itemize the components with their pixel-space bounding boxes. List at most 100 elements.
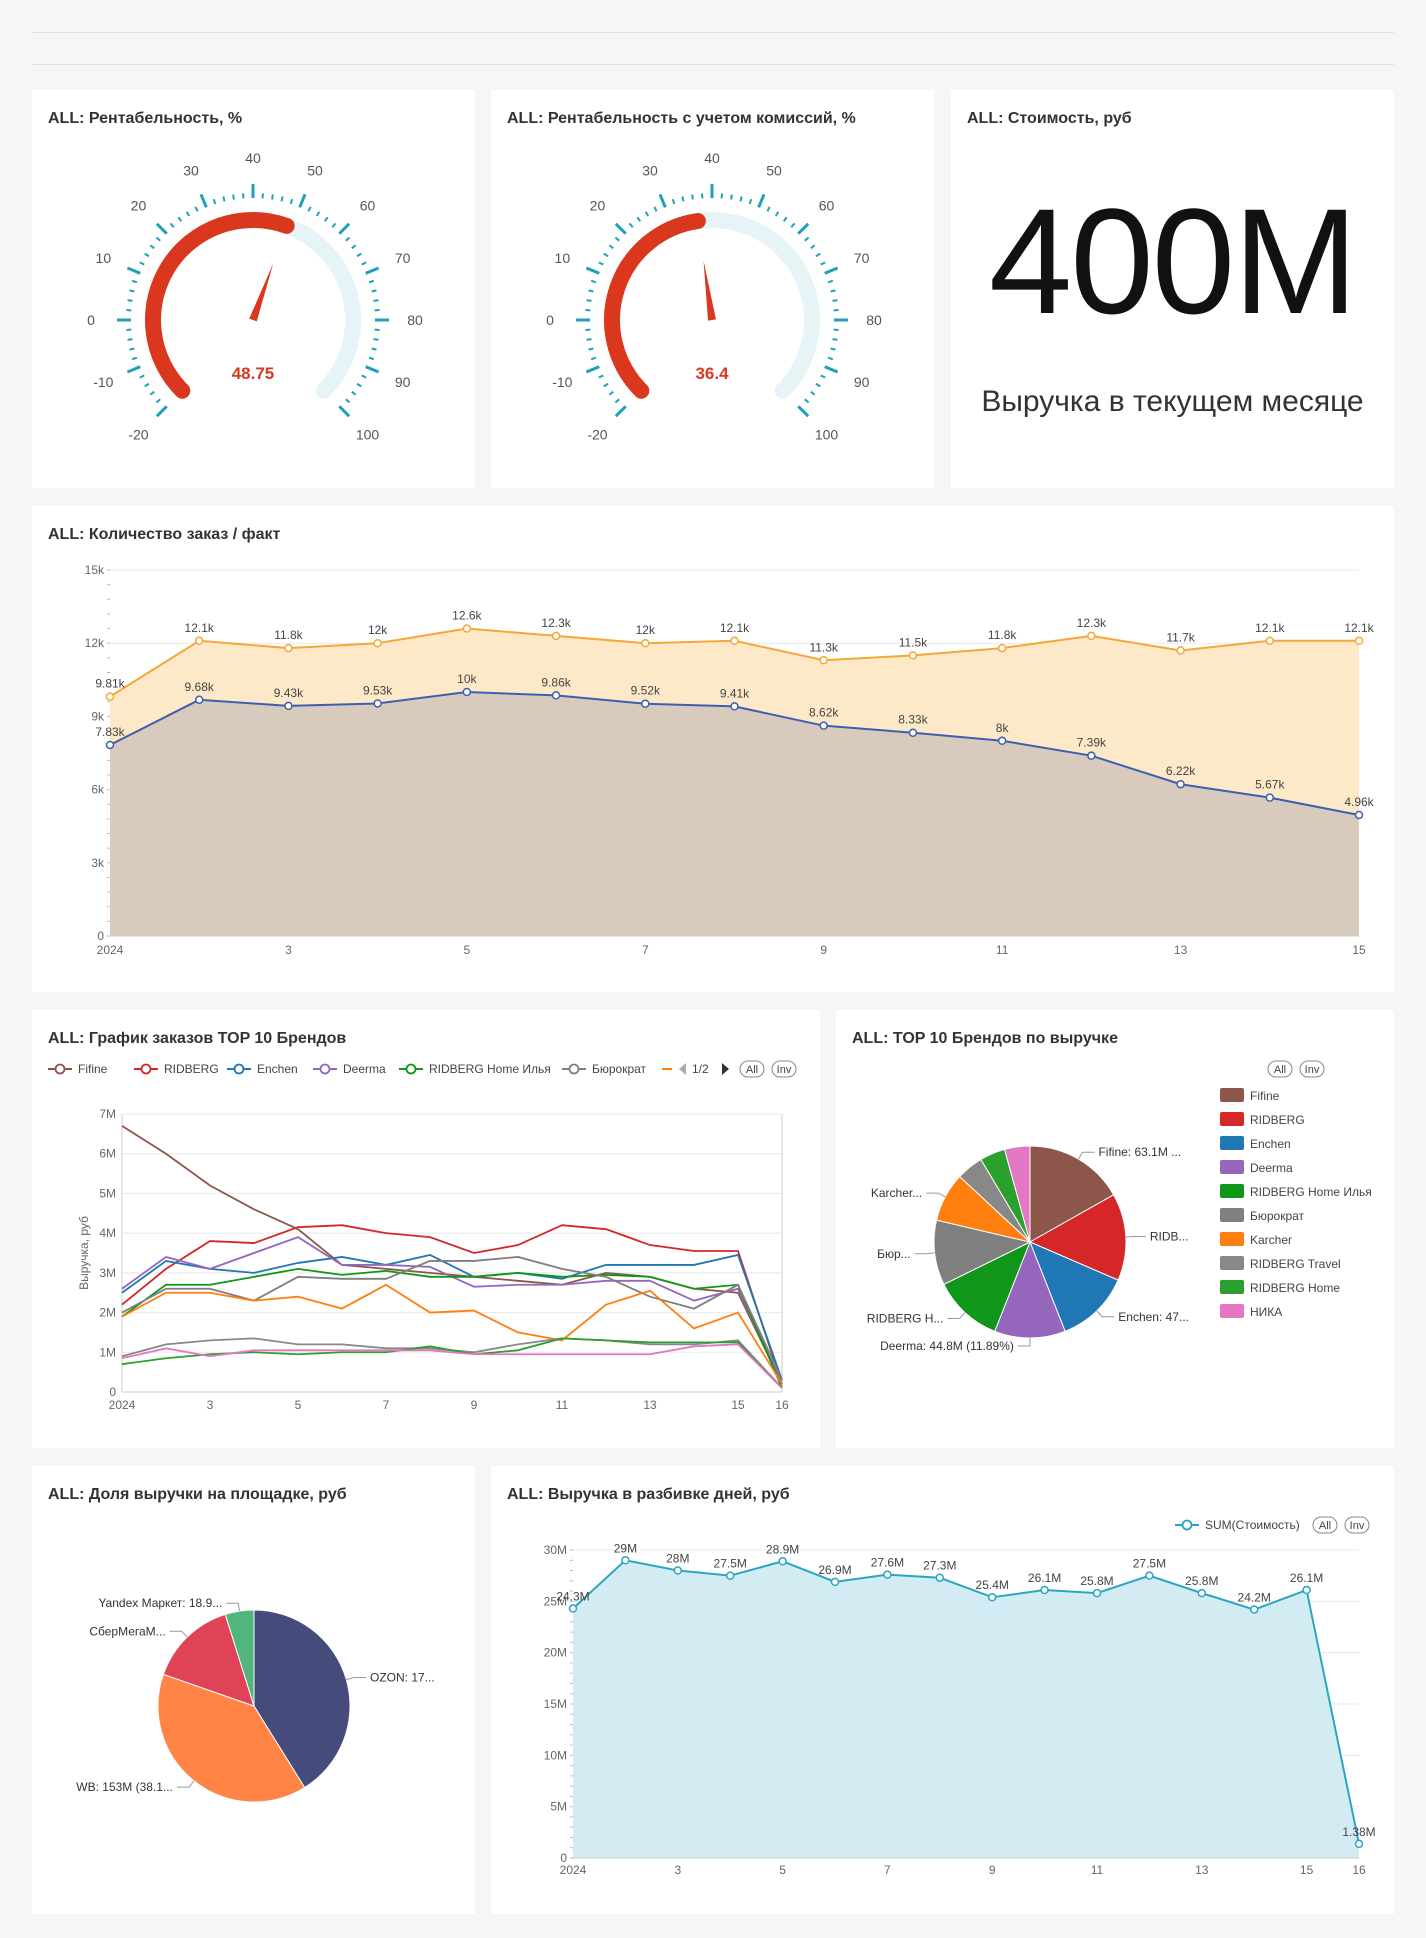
data-label: 8.62k xyxy=(809,706,839,720)
legend-item[interactable]: RIDBERG Home xyxy=(1250,1281,1340,1295)
data-point xyxy=(1354,1839,1364,1849)
gauge-minor-tick xyxy=(127,299,133,302)
gauge-minor-tick xyxy=(766,206,771,212)
pie-leader-line xyxy=(914,1252,935,1255)
x-tick-label: 13 xyxy=(643,1398,657,1412)
pie-slice-label: Бюр... xyxy=(877,1247,911,1261)
legend-item[interactable]: RIDBERG xyxy=(164,1062,219,1076)
legend-item[interactable]: НИКА xyxy=(1250,1305,1282,1319)
legend-item[interactable]: Fifine xyxy=(1250,1089,1280,1103)
legend-item[interactable]: RIDBERG Home Илья xyxy=(429,1062,551,1076)
legend-item[interactable]: RIDBERG Travel xyxy=(1250,1257,1341,1271)
gauge-major-tick xyxy=(614,405,627,418)
gauge-tick-label: -10 xyxy=(552,374,572,390)
legend-item[interactable]: Deerma xyxy=(1250,1161,1293,1175)
data-point xyxy=(551,631,561,641)
legend-item[interactable]: SUM(Стоимость) xyxy=(1205,1518,1300,1532)
x-tick-label: 5 xyxy=(464,943,471,957)
gauge-minor-tick xyxy=(368,356,375,361)
series-line xyxy=(121,1125,783,1385)
legend-item[interactable]: Deerma xyxy=(343,1062,386,1076)
data-point xyxy=(778,1557,787,1566)
gauge-tick-label: -10 xyxy=(93,374,113,390)
orders-area-chart[interactable]: 0 3k 6k 9k 12k 15k 9.81k 12.1k 11.8k 12k 12.6k 12.3… xyxy=(32,506,1394,992)
y-tick-label: 30M xyxy=(544,1543,567,1557)
pie-slice-label: WB: 153M (38.1... xyxy=(76,1780,173,1794)
gauge-minor-tick xyxy=(636,216,642,222)
legend-item[interactable]: Fifine xyxy=(78,1062,108,1076)
revenue-days-area-chart[interactable]: 05M10M15M20M25M30M24.3M29M28M 27.5M28.9M2… xyxy=(491,1466,1394,1914)
data-point xyxy=(462,624,472,633)
pie-slice-label: Fifine: 63.1M ... xyxy=(1098,1145,1181,1159)
data-point xyxy=(1265,793,1275,802)
gauge-major-tick xyxy=(824,266,839,275)
legend-swatch xyxy=(1220,1184,1244,1198)
legend-item[interactable]: Karcher xyxy=(1250,1233,1292,1247)
gauge-needle xyxy=(249,263,274,322)
legend-prev-icon[interactable] xyxy=(679,1063,686,1075)
data-point xyxy=(284,643,293,653)
data-point xyxy=(1087,751,1096,760)
brands-line-chart[interactable]: 0 1M 2M 3M 4M 5M 6M 7M Выручка, руб 2024 3 5 7 9 11 13 1… xyxy=(32,1010,820,1448)
gauge-minor-tick xyxy=(323,216,329,222)
gauge-minor-tick xyxy=(628,222,634,228)
data-label: 12k xyxy=(636,623,656,637)
legend-page-indicator: 1/2 xyxy=(692,1062,709,1076)
x-tick-label: 15 xyxy=(731,1398,745,1412)
gauge-minor-tick xyxy=(830,289,836,293)
legend-item[interactable]: RIDBERG xyxy=(1250,1113,1305,1127)
gauge-value-label: 48.75 xyxy=(232,364,275,383)
orders-chart-card: ALL: Количество заказ / факт 0 3k 6k 9k 12k 1… xyxy=(32,506,1394,992)
gauge-major-tick xyxy=(797,222,810,235)
gauge-profitability: -20 -10 0 10 20 30 40 50 60 70 80 90 100 48.75 xyxy=(87,150,423,443)
gauge-minor-tick xyxy=(131,356,138,361)
data-label: 9.53k xyxy=(363,683,393,697)
data-point xyxy=(641,638,650,648)
gauge-minor-tick xyxy=(169,222,175,228)
x-tick-label: 16 xyxy=(775,1398,789,1412)
legend-item[interactable]: Бюрократ xyxy=(592,1062,647,1076)
legend-next-icon[interactable] xyxy=(722,1063,729,1075)
data-label: 27.3M xyxy=(923,1559,956,1573)
gauge-tick-label: 100 xyxy=(815,427,839,443)
legend-item[interactable]: Enchen xyxy=(1250,1137,1291,1151)
legend-swatch xyxy=(1220,1160,1244,1174)
gauge-major-tick xyxy=(126,365,141,374)
gauge-minor-tick xyxy=(830,347,836,351)
x-tick-label: 5 xyxy=(295,1398,302,1412)
gauge-minor-tick xyxy=(368,279,375,284)
brands-pie-chart[interactable]: Fifine: 63.1M ... RIDB... Enchen: 47... Dee… xyxy=(836,1010,1394,1448)
gauge-minor-tick xyxy=(155,236,161,242)
y-tick-label: 0 xyxy=(97,929,104,943)
gauge-minor-tick xyxy=(331,222,337,228)
gauge-minor-tick xyxy=(614,398,620,404)
data-point xyxy=(105,740,115,750)
x-tick-label: 13 xyxy=(1174,943,1188,957)
gauge-tick-label: 20 xyxy=(590,197,606,213)
data-label: 8k xyxy=(996,721,1010,735)
gauge-minor-tick xyxy=(820,261,826,266)
data-point xyxy=(997,643,1007,653)
gauge-minor-tick xyxy=(356,252,362,258)
legend-item[interactable]: Enchen xyxy=(257,1062,298,1076)
data-label: 9.43k xyxy=(274,686,304,700)
gauge-major-tick xyxy=(658,193,667,208)
legend-toggle-label: All xyxy=(1274,1064,1286,1076)
gauge-tick-label: 10 xyxy=(555,250,571,266)
series-line xyxy=(121,1253,783,1381)
gauge-minor-tick xyxy=(222,196,226,202)
x-tick-label: 2024 xyxy=(560,1863,587,1877)
gauge-card-profitability: ALL: Рентабельность, % -20 -10 0 10 20 30 40 50… xyxy=(32,90,475,488)
legend-item[interactable]: Бюрократ xyxy=(1250,1209,1305,1223)
marketplace-pie-chart[interactable]: OZON: 17... WB: 153M (38.1... СберМегаМ...… xyxy=(32,1466,475,1914)
data-point xyxy=(819,721,828,730)
data-label: 27.5M xyxy=(714,1557,747,1571)
gauge-minor-tick xyxy=(351,390,357,396)
gauge-minor-tick xyxy=(129,347,135,351)
data-point xyxy=(673,1566,683,1575)
legend-item[interactable]: RIDBERG Home Илья xyxy=(1250,1185,1372,1199)
data-label: 4.96k xyxy=(1344,795,1374,809)
gauge-tick-label: 50 xyxy=(307,162,323,178)
data-label: 27.6M xyxy=(871,1556,904,1570)
legend-marker xyxy=(54,1063,66,1075)
